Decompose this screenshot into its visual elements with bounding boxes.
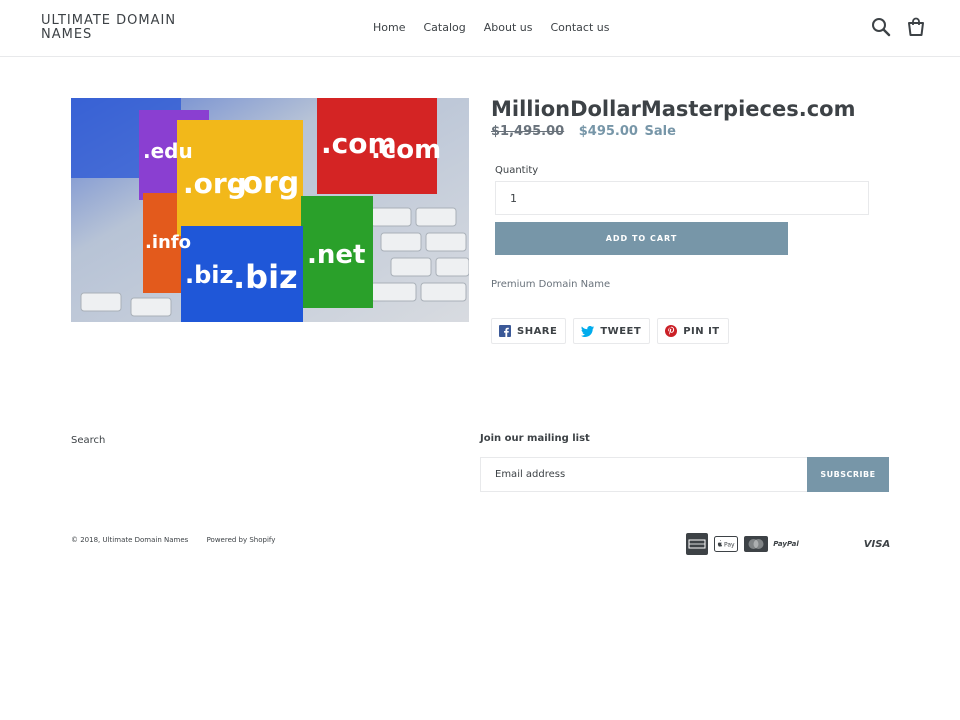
- site-logo[interactable]: ULTIMATE DOMAIN NAMES: [41, 14, 191, 42]
- tweet-label: TWEET: [600, 325, 642, 337]
- site-header: ULTIMATE DOMAIN NAMES Home Catalog About…: [0, 0, 960, 57]
- share-twitter-button[interactable]: TWEET: [573, 318, 651, 344]
- pin-it-label: PIN IT: [683, 325, 720, 337]
- add-to-cart-button[interactable]: ADD TO CART: [495, 222, 788, 255]
- product-description: Premium Domain Name: [491, 279, 611, 290]
- svg-text:.biz: .biz: [233, 258, 298, 296]
- domain-cubes-image: .com .com .org .org .edu .info .biz .biz…: [71, 98, 469, 322]
- apple-pay-text: Pay: [724, 542, 735, 549]
- paypal-icon: PayPal: [773, 540, 799, 548]
- main-nav: Home Catalog About us Contact us: [364, 20, 618, 36]
- nav-catalog[interactable]: Catalog: [414, 20, 474, 36]
- mailing-list-title: Join our mailing list: [480, 433, 590, 444]
- product-image[interactable]: .com .com .org .org .edu .info .biz .biz…: [71, 98, 469, 322]
- nav-home[interactable]: Home: [364, 20, 414, 36]
- share-facebook-button[interactable]: SHARE: [491, 318, 567, 344]
- mastercard-icon: [744, 533, 768, 555]
- quantity-input[interactable]: [495, 181, 869, 215]
- nav-about-us[interactable]: About us: [475, 20, 542, 36]
- copyright-text: © 2018, Ultimate Domain Names: [71, 536, 189, 544]
- facebook-icon: [499, 325, 511, 337]
- apple-pay-icon: Pay: [714, 533, 738, 555]
- svg-text:.com: .com: [371, 135, 441, 165]
- copyright-bar: © 2018, Ultimate Domain Names Powered by…: [71, 536, 291, 544]
- visa-icon: VISA: [863, 538, 891, 550]
- payment-icons: Pay PayPal VISA: [686, 533, 890, 555]
- svg-text:.net: .net: [307, 240, 365, 270]
- quantity-label: Quantity: [495, 165, 539, 176]
- footer-search-link[interactable]: Search: [71, 435, 105, 446]
- twitter-icon: [581, 325, 595, 337]
- sale-badge: Sale: [644, 124, 676, 139]
- svg-text:.info: .info: [145, 232, 191, 253]
- price-row: $1,495.00 $495.00 Sale: [491, 124, 676, 139]
- svg-text:.biz: .biz: [185, 261, 234, 289]
- svg-text:.edu: .edu: [143, 139, 193, 163]
- original-price: $1,495.00: [491, 124, 565, 139]
- svg-text:.org: .org: [231, 166, 299, 201]
- cart-icon[interactable]: [905, 16, 927, 38]
- american-express-icon: [686, 533, 708, 555]
- social-share: SHARE TWEET PIN IT: [491, 318, 736, 344]
- search-icon[interactable]: [870, 16, 892, 38]
- powered-by-shopify[interactable]: Powered by Shopify: [207, 536, 276, 544]
- product-title: MillionDollarMasterpieces.com: [491, 97, 856, 121]
- nav-contact-us[interactable]: Contact us: [541, 20, 618, 36]
- share-label: SHARE: [517, 325, 558, 337]
- subscribe-button[interactable]: SUBSCRIBE: [807, 457, 889, 492]
- sale-price: $495.00: [578, 124, 638, 139]
- email-input[interactable]: [480, 457, 807, 492]
- share-pinterest-button[interactable]: PIN IT: [657, 318, 729, 344]
- pinterest-icon: [665, 325, 678, 337]
